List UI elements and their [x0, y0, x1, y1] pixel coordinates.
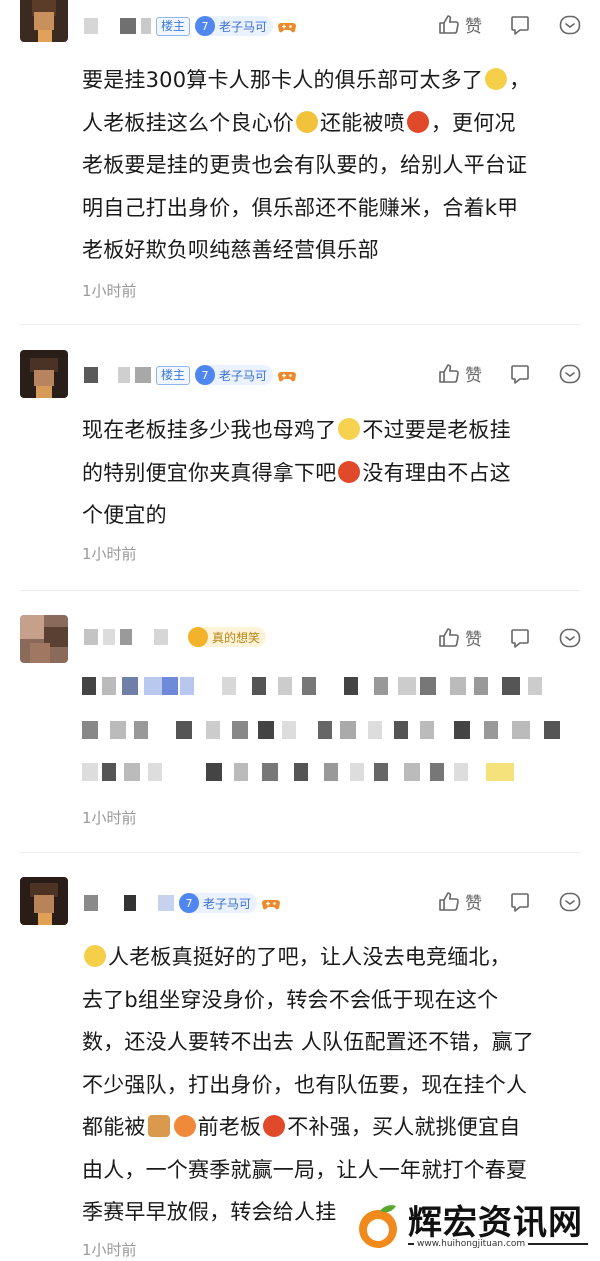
avatar[interactable] [20, 877, 68, 925]
reply-button[interactable] [508, 626, 532, 650]
fan-level: 7 [195, 365, 216, 385]
gamepad-icon [262, 894, 281, 912]
timestamp: 1小时前 [82, 282, 137, 300]
fan-level: 7 [179, 893, 199, 913]
username-blurred[interactable] [84, 367, 98, 383]
reply-button[interactable] [508, 890, 532, 914]
more-button[interactable] [558, 890, 582, 914]
reply-button[interactable] [508, 13, 532, 37]
fan-name: 真的想笑 [212, 630, 261, 645]
reply-button[interactable] [508, 362, 532, 386]
fan-level [188, 627, 208, 647]
sweat-emoji-icon [485, 68, 508, 90]
more-icon [558, 13, 582, 37]
fan-name: 老子马可 [219, 19, 268, 34]
reply-icon [508, 626, 532, 650]
angry-emoji-icon [406, 110, 429, 133]
watermark-url: www.huihongjituan.com [414, 1239, 529, 1249]
comment-header: 真的想笑 [84, 625, 267, 649]
comment-header: 7 老子马可 [84, 891, 281, 915]
owner-badge: 楼主 [156, 16, 191, 36]
horse-emoji-icon [147, 1115, 170, 1137]
owner-badge: 楼主 [156, 365, 191, 385]
gamepad-icon [278, 366, 297, 384]
reply-icon [508, 890, 532, 914]
timestamp: 1小时前 [82, 545, 137, 563]
blush-emoji-icon [338, 418, 361, 440]
username-blurred[interactable] [84, 629, 98, 645]
avatar[interactable] [20, 350, 68, 398]
like-icon [437, 626, 461, 650]
grimace-emoji-icon [173, 1115, 196, 1137]
comment-text: 要是挂300算卡人那卡人的俱乐部可太多了， 人老板挂这么个良心价 还能被喷 ，更何况… [82, 68, 531, 262]
comment-actions: 赞 [437, 889, 582, 914]
gamepad-icon [278, 17, 297, 35]
like-button[interactable]: 赞 [437, 12, 482, 37]
like-label: 赞 [465, 17, 482, 37]
like-icon [437, 362, 461, 386]
fan-badge[interactable]: 真的想笑 [188, 627, 267, 647]
watermark-brand: 辉宏资讯网 [408, 1203, 583, 1243]
like-label: 赞 [465, 366, 482, 386]
comment-actions: 赞 [437, 12, 582, 37]
like-label: 赞 [465, 630, 482, 650]
reply-icon [508, 362, 532, 386]
like-button[interactable]: 赞 [437, 361, 482, 386]
comment-header: 楼主 7 老子马可 [84, 14, 297, 38]
sad-emoji-icon [296, 110, 318, 133]
fan-badge[interactable]: 7 老子马可 [195, 365, 274, 385]
avatar[interactable] [20, 615, 68, 663]
fan-level: 7 [195, 16, 216, 36]
fan-badge[interactable]: 7 老子马可 [179, 893, 258, 913]
angry-emoji-icon [263, 1115, 286, 1137]
comment-header: 楼主 7 老子马可 [84, 363, 297, 387]
avatar[interactable] [20, 0, 68, 42]
like-label: 赞 [465, 894, 482, 914]
like-button[interactable]: 赞 [437, 889, 482, 914]
like-icon [437, 890, 461, 914]
timestamp: 1小时前 [82, 1241, 137, 1259]
more-button[interactable] [558, 362, 582, 386]
username-blurred[interactable] [84, 895, 98, 911]
more-button[interactable] [558, 13, 582, 37]
sweat-emoji-icon [84, 945, 106, 967]
comment-text: 人老板真挺好的了吧，让人没去电竞缅北， 去了b组坐穿没身价，转会不会低于现在这个… [82, 945, 535, 1224]
angry-emoji-icon [338, 460, 361, 483]
fan-name: 老子马可 [203, 896, 252, 911]
like-icon [437, 13, 461, 37]
reply-icon [508, 13, 532, 37]
comment-item: 楼主 7 老子马可 赞 要是挂300算卡人那卡人的俱乐部可太多了， 人老板挂这么… [0, 0, 600, 325]
comment-item: 真的想笑 赞 1小时前 [0, 591, 600, 853]
comment-item: 楼主 7 老子马可 赞 现在老板挂多少我也母鸡了 不过要是老板挂 的特别便宜你夹真… [0, 325, 600, 592]
site-watermark: 辉宏资讯网 www.huihongjituan.com [352, 1195, 592, 1257]
more-icon [558, 890, 582, 914]
fan-badge[interactable]: 7 老子马可 [195, 16, 274, 36]
orange-logo-icon [354, 1201, 404, 1255]
timestamp: 1小时前 [82, 809, 137, 827]
like-button[interactable]: 赞 [437, 625, 482, 650]
comment-actions: 赞 [437, 361, 582, 386]
more-button[interactable] [558, 626, 582, 650]
more-icon [558, 362, 582, 386]
comment-actions: 赞 [437, 625, 582, 650]
username-blurred[interactable] [84, 18, 98, 34]
more-icon [558, 626, 582, 650]
comment-text: 现在老板挂多少我也母鸡了 不过要是老板挂 的特别便宜你夹真得拿下吧 没有理由不占这 … [82, 418, 511, 527]
fan-name: 老子马可 [219, 368, 268, 383]
